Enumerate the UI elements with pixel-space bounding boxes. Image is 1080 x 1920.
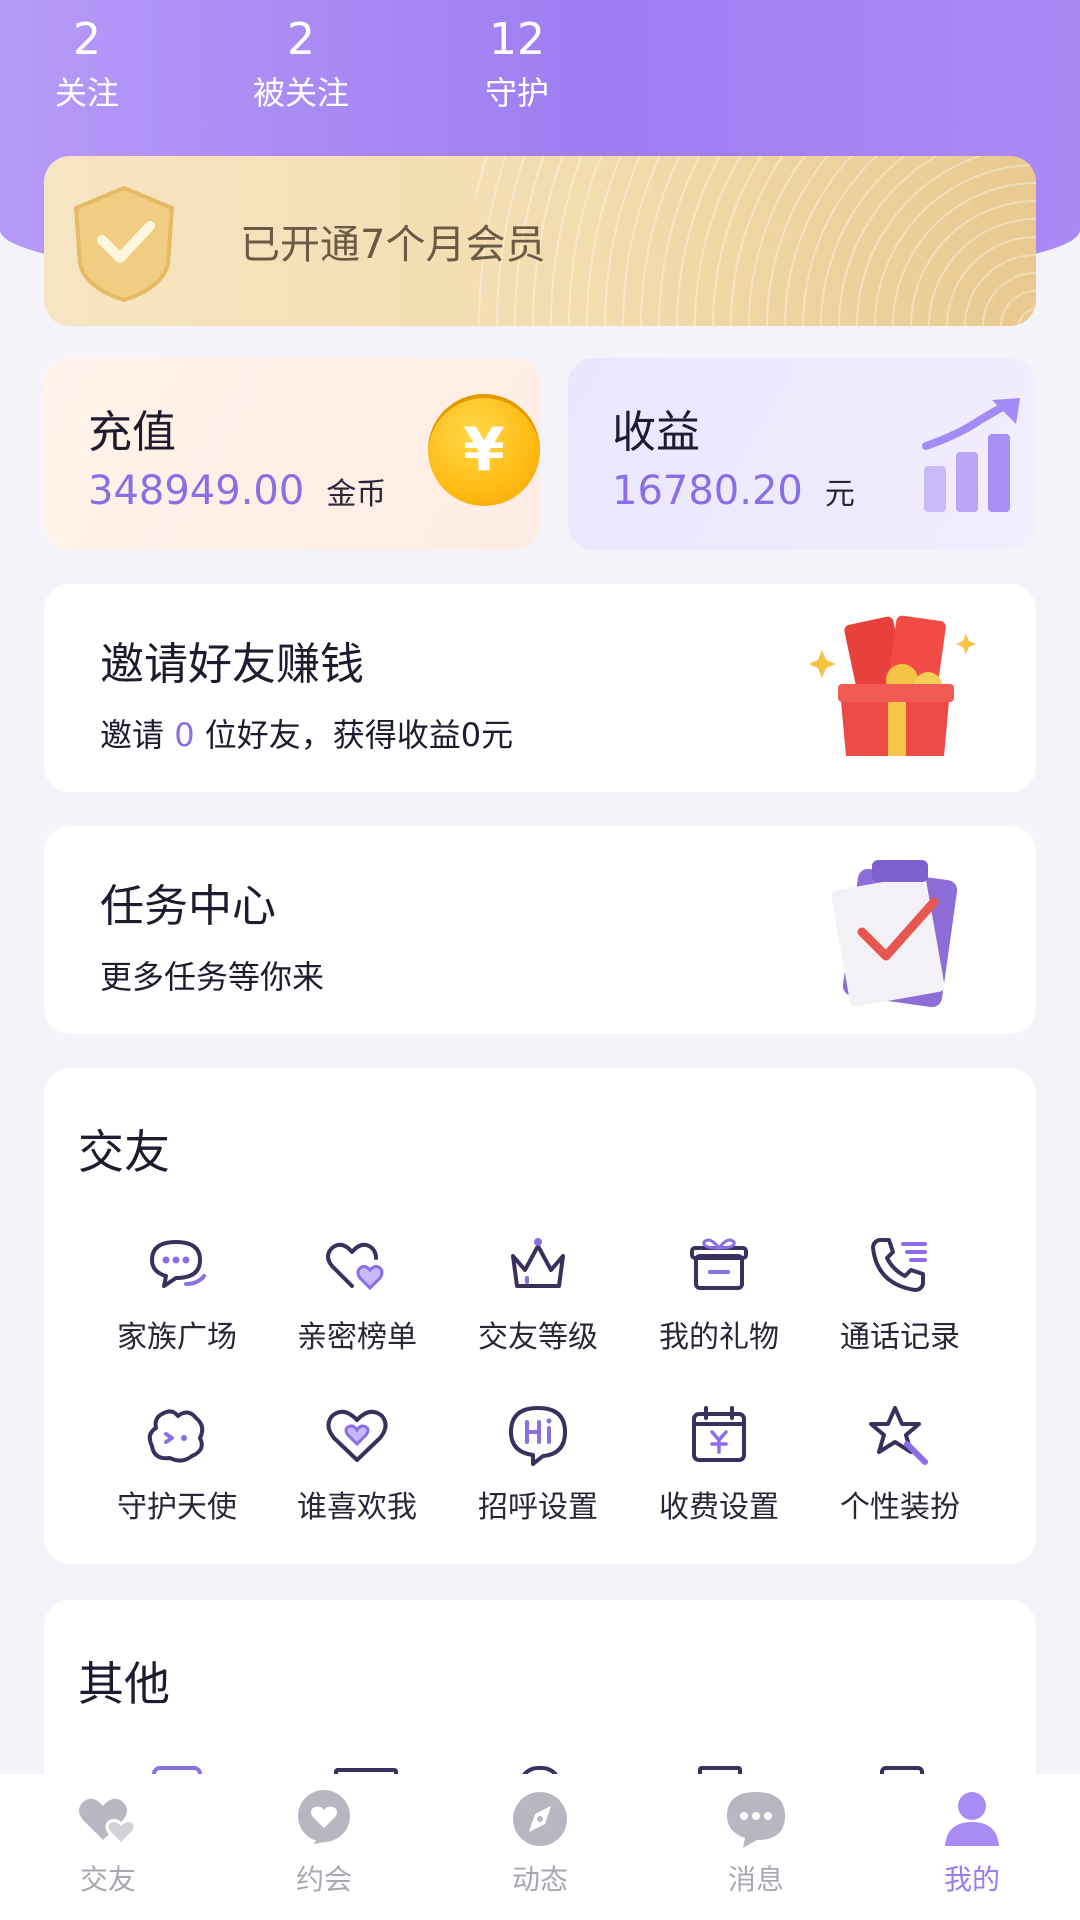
invite-title: 邀请好友赚钱 bbox=[100, 639, 364, 690]
recharge-balance: 348949.00 金币 bbox=[88, 468, 386, 514]
grid-item-guardian-angel[interactable]: 守护天使 bbox=[87, 1400, 267, 1526]
price-calendar-icon bbox=[692, 1406, 746, 1462]
task-title: 任务中心 bbox=[100, 881, 276, 932]
tab-dating-label: 约会 bbox=[295, 1863, 352, 1896]
stat-guardians-label: 守护 bbox=[484, 74, 549, 112]
grid-label-family-plaza: 家族广场 bbox=[117, 1320, 237, 1355]
gift-icon bbox=[690, 1238, 748, 1290]
grid-item-family-plaza[interactable]: 家族广场 bbox=[87, 1230, 267, 1356]
tab-dating[interactable]: 约会 bbox=[254, 1786, 394, 1898]
growth-chart-icon bbox=[922, 398, 1020, 512]
profile-page: 2 关注 2 被关注 12 守护 已开通7个月会员 充值 348949.00 金币… bbox=[0, 0, 1080, 1920]
tab-moments[interactable]: 动态 bbox=[470, 1786, 610, 1898]
angel-icon bbox=[147, 1409, 205, 1463]
vip-status-text: 已开通7个月会员 bbox=[240, 222, 546, 268]
invite-subtitle: 邀请 0 位好友，获得收益0元 bbox=[100, 710, 513, 756]
grid-label-fee-settings: 收费设置 bbox=[659, 1490, 779, 1525]
phone-icon bbox=[871, 1238, 927, 1292]
invite-sub-suffix: 位好友，获得收益0元 bbox=[204, 716, 514, 754]
grid-item-call-records[interactable]: 通话记录 bbox=[810, 1230, 990, 1356]
coin-icon: ¥ bbox=[428, 394, 540, 506]
stat-guardians[interactable]: 12 守护 bbox=[452, 10, 582, 116]
recharge-card[interactable]: 充值 348949.00 金币 ¥ bbox=[44, 358, 540, 550]
tab-moments-label: 动态 bbox=[511, 1863, 568, 1896]
crown-icon bbox=[511, 1238, 565, 1288]
vip-shield-icon bbox=[73, 185, 175, 303]
grid-item-greeting-settings[interactable]: 招呼设置 bbox=[448, 1400, 628, 1526]
tab-friends[interactable]: 交友 bbox=[38, 1786, 178, 1898]
stat-following[interactable]: 2 关注 bbox=[22, 10, 152, 116]
vip-card-pattern bbox=[476, 156, 1036, 326]
tab-messages-label: 消息 bbox=[727, 1863, 784, 1896]
friends-section-title: 交友 bbox=[78, 1125, 170, 1179]
task-subtitle: 更多任务等你来 bbox=[100, 958, 325, 996]
heart-bubble-tab-icon bbox=[298, 1790, 350, 1844]
grid-label-greeting-settings: 招呼设置 bbox=[478, 1490, 598, 1525]
grid-item-my-gifts[interactable]: 我的礼物 bbox=[629, 1230, 809, 1356]
hi-bubble-icon bbox=[509, 1406, 567, 1466]
grid-label-call-records: 通话记录 bbox=[840, 1320, 960, 1355]
task-center-card[interactable]: 任务中心 更多任务等你来 bbox=[44, 826, 1036, 1034]
recharge-title: 充值 bbox=[88, 407, 176, 458]
invite-sub-prefix: 邀请 bbox=[100, 716, 165, 754]
income-unit: 元 bbox=[824, 477, 855, 512]
stat-following-value: 2 bbox=[73, 14, 101, 65]
recharge-amount: 348949.00 bbox=[88, 468, 305, 514]
income-card[interactable]: 收益 16780.20 元 bbox=[568, 358, 1036, 550]
bottom-tab-bar: 交友 约会 动态 消息 我的 bbox=[0, 1774, 1080, 1920]
profile-tab-icon bbox=[945, 1792, 999, 1846]
heart-icon bbox=[326, 1409, 388, 1462]
grid-label-my-gifts: 我的礼物 bbox=[659, 1320, 779, 1355]
compass-tab-icon bbox=[513, 1792, 567, 1846]
hearts-icon bbox=[326, 1242, 384, 1291]
stat-followers-value: 2 bbox=[287, 14, 315, 65]
grid-item-personal-decor[interactable]: 个性装扮 bbox=[810, 1400, 990, 1526]
invite-count: 0 bbox=[174, 716, 195, 754]
tab-friends-label: 交友 bbox=[79, 1863, 136, 1896]
grid-label-who-likes-me: 谁喜欢我 bbox=[297, 1490, 417, 1525]
grid-item-intimacy-ranking[interactable]: 亲密榜单 bbox=[267, 1230, 447, 1356]
red-envelope-gift-icon bbox=[810, 615, 976, 756]
stat-following-label: 关注 bbox=[54, 74, 119, 112]
friends-section: 交友 家族广场 亲密榜单 交友等级 我的礼物 通话记录 守护天使 谁喜欢我 招呼… bbox=[44, 1068, 1036, 1564]
income-balance: 16780.20 元 bbox=[612, 468, 855, 514]
tab-messages[interactable]: 消息 bbox=[686, 1786, 826, 1898]
stat-guardians-value: 12 bbox=[489, 14, 545, 65]
stats-bar: 2 关注 2 被关注 12 守护 bbox=[0, 10, 620, 130]
other-section-title: 其他 bbox=[78, 1657, 170, 1711]
income-title: 收益 bbox=[612, 407, 700, 458]
grid-item-friend-level[interactable]: 交友等级 bbox=[448, 1230, 628, 1356]
grid-label-personal-decor: 个性装扮 bbox=[840, 1490, 960, 1525]
recharge-unit: 金币 bbox=[326, 477, 387, 512]
stat-followers[interactable]: 2 被关注 bbox=[236, 10, 366, 116]
invite-friends-card[interactable]: 邀请好友赚钱 邀请 0 位好友，获得收益0元 bbox=[44, 584, 1036, 792]
grid-label-intimacy-ranking: 亲密榜单 bbox=[297, 1320, 417, 1355]
star-wand-icon bbox=[869, 1406, 928, 1465]
stat-followers-label: 被关注 bbox=[252, 74, 349, 112]
grid-item-fee-settings[interactable]: 收费设置 bbox=[629, 1400, 809, 1526]
chat-bubbles-icon bbox=[150, 1240, 206, 1288]
income-amount: 16780.20 bbox=[612, 468, 803, 514]
hearts-tab-icon bbox=[79, 1798, 137, 1847]
grid-item-who-likes-me[interactable]: 谁喜欢我 bbox=[267, 1400, 447, 1526]
vip-membership-card[interactable]: 已开通7个月会员 bbox=[44, 156, 1036, 326]
tab-me-label: 我的 bbox=[943, 1863, 1000, 1896]
tab-me[interactable]: 我的 bbox=[902, 1786, 1042, 1898]
message-tab-icon bbox=[727, 1792, 785, 1848]
clipboard-task-icon bbox=[831, 860, 958, 1008]
grid-label-guardian-angel: 守护天使 bbox=[117, 1490, 237, 1525]
grid-label-friend-level: 交友等级 bbox=[478, 1320, 598, 1355]
